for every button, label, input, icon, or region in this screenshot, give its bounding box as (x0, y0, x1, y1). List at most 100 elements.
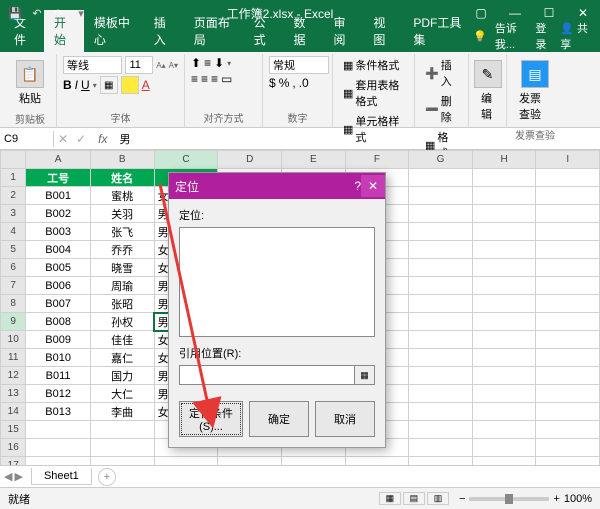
zoom-out-icon[interactable]: − (459, 493, 465, 505)
close-icon[interactable]: ✕ (566, 6, 600, 20)
format-table-button[interactable]: ▦ 套用表格格式 (339, 76, 408, 110)
tab-view[interactable]: 视图 (363, 10, 403, 52)
cell[interactable]: 姓名 (90, 169, 154, 187)
row-header[interactable]: 10 (1, 331, 26, 349)
col-header[interactable]: B (90, 151, 154, 169)
row-header[interactable]: 4 (1, 223, 26, 241)
zoom-slider[interactable] (469, 497, 549, 501)
dialog-titlebar[interactable]: 定位 ? ✕ (169, 173, 385, 199)
row-header[interactable]: 5 (1, 241, 26, 259)
delete-cells-button[interactable]: ➖ 删除 (421, 92, 462, 126)
select-all-corner[interactable] (1, 151, 26, 169)
align-right-icon[interactable]: ≡ (211, 72, 218, 86)
tell-me-icon[interactable]: 💡 (473, 30, 487, 43)
align-bot-icon[interactable]: ⬇ (214, 56, 224, 70)
reference-input[interactable] (179, 365, 355, 385)
login-button[interactable]: 登录 (535, 20, 552, 52)
tab-data[interactable]: 数据 (284, 10, 324, 52)
share-button[interactable]: 👤 共享 (560, 20, 590, 52)
comma-icon[interactable]: , (292, 76, 295, 90)
underline-button[interactable]: U (81, 78, 90, 92)
cell[interactable]: 孙权 (90, 313, 154, 331)
zoom-level[interactable]: 100% (564, 493, 592, 505)
inc-dec-icon[interactable]: .0 (299, 76, 309, 90)
row-header[interactable]: 9 (1, 313, 26, 331)
currency-icon[interactable]: $ (269, 76, 276, 90)
row-header[interactable]: 3 (1, 205, 26, 223)
undo-icon[interactable]: ↶ (28, 4, 46, 22)
border-button[interactable]: ▦ (100, 76, 118, 94)
font-name-select[interactable]: 等线 (63, 56, 122, 74)
align-mid-icon[interactable]: ≡ (204, 56, 211, 70)
formula-input[interactable]: 男 (115, 131, 134, 147)
cell[interactable]: 张昭 (90, 295, 154, 313)
cell[interactable]: 李曲 (90, 403, 154, 421)
cell[interactable]: B003 (26, 223, 90, 241)
cell[interactable]: B010 (26, 349, 90, 367)
tell-me[interactable]: 告诉我... (495, 20, 527, 52)
cancel-button[interactable]: 取消 (315, 401, 375, 437)
number-format-select[interactable]: 常规 (269, 56, 329, 74)
font-color-button[interactable]: A (142, 78, 150, 92)
fill-color-button[interactable] (121, 76, 139, 94)
tab-pdf[interactable]: PDF工具集 (403, 10, 473, 52)
cell[interactable]: B004 (26, 241, 90, 259)
cell[interactable]: B007 (26, 295, 90, 313)
editing-button[interactable]: ✎ 编辑 (475, 56, 500, 126)
merge-button[interactable]: ▭ (221, 72, 232, 86)
row-header[interactable]: 7 (1, 277, 26, 295)
tab-formula[interactable]: 公式 (244, 10, 284, 52)
cell[interactable]: 蜜桃 (90, 187, 154, 205)
col-header[interactable]: H (472, 151, 536, 169)
cell[interactable]: B011 (26, 367, 90, 385)
percent-icon[interactable]: % (279, 76, 290, 90)
tab-insert[interactable]: 插入 (144, 10, 184, 52)
cell[interactable]: 大仁 (90, 385, 154, 403)
align-left-icon[interactable]: ≡ (191, 72, 198, 86)
row-header[interactable]: 14 (1, 403, 26, 421)
cell[interactable]: 晓雪 (90, 259, 154, 277)
align-top-icon[interactable]: ⬆ (191, 56, 201, 70)
ok-button[interactable]: 确定 (249, 401, 309, 437)
cell[interactable]: B006 (26, 277, 90, 295)
cell[interactable]: B008 (26, 313, 90, 331)
add-sheet-icon[interactable]: + (98, 468, 116, 486)
redo-icon[interactable]: ↷ (50, 4, 68, 22)
col-header[interactable]: G (409, 151, 473, 169)
cell[interactable]: B009 (26, 331, 90, 349)
name-box[interactable]: C9 (0, 131, 54, 147)
maximize-icon[interactable]: ☐ (532, 6, 566, 20)
row-header[interactable]: 15 (1, 421, 26, 439)
cell[interactable]: 工号 (26, 169, 90, 187)
row-header[interactable]: 8 (1, 295, 26, 313)
cell[interactable]: 关羽 (90, 205, 154, 223)
row-header[interactable]: 11 (1, 349, 26, 367)
row-header[interactable]: 16 (1, 439, 26, 457)
cell[interactable]: B001 (26, 187, 90, 205)
cell[interactable]: B005 (26, 259, 90, 277)
conditional-format-button[interactable]: ▦ 条件格式 (339, 56, 408, 74)
row-header[interactable]: 1 (1, 169, 26, 187)
qat-customize-icon[interactable]: ▾ (72, 4, 90, 22)
cell-styles-button[interactable]: ▦ 单元格样式 (339, 112, 408, 146)
goto-listbox[interactable] (179, 227, 375, 337)
prev-sheet-icon[interactable]: ◀ (4, 470, 12, 483)
font-size-select[interactable]: 11 (125, 56, 153, 74)
tab-layout[interactable]: 页面布局 (184, 10, 244, 52)
col-header[interactable]: C (154, 151, 218, 169)
col-header[interactable]: A (26, 151, 90, 169)
insert-cells-button[interactable]: ➕ 插入 (421, 56, 462, 90)
dialog-close-icon[interactable]: ✕ (361, 175, 385, 197)
dialog-help-icon[interactable]: ? (354, 179, 361, 193)
save-icon[interactable]: 💾 (6, 4, 24, 22)
cell[interactable]: 张飞 (90, 223, 154, 241)
row-header[interactable]: 12 (1, 367, 26, 385)
cell[interactable]: B012 (26, 385, 90, 403)
cell[interactable]: B002 (26, 205, 90, 223)
paste-button[interactable]: 📋 粘贴 (10, 56, 50, 110)
tab-template[interactable]: 模板中心 (84, 10, 144, 52)
invoice-button[interactable]: ▤ 发票查验 (513, 56, 557, 126)
col-header[interactable]: I (536, 151, 600, 169)
cell[interactable]: 国力 (90, 367, 154, 385)
col-header[interactable]: D (218, 151, 282, 169)
